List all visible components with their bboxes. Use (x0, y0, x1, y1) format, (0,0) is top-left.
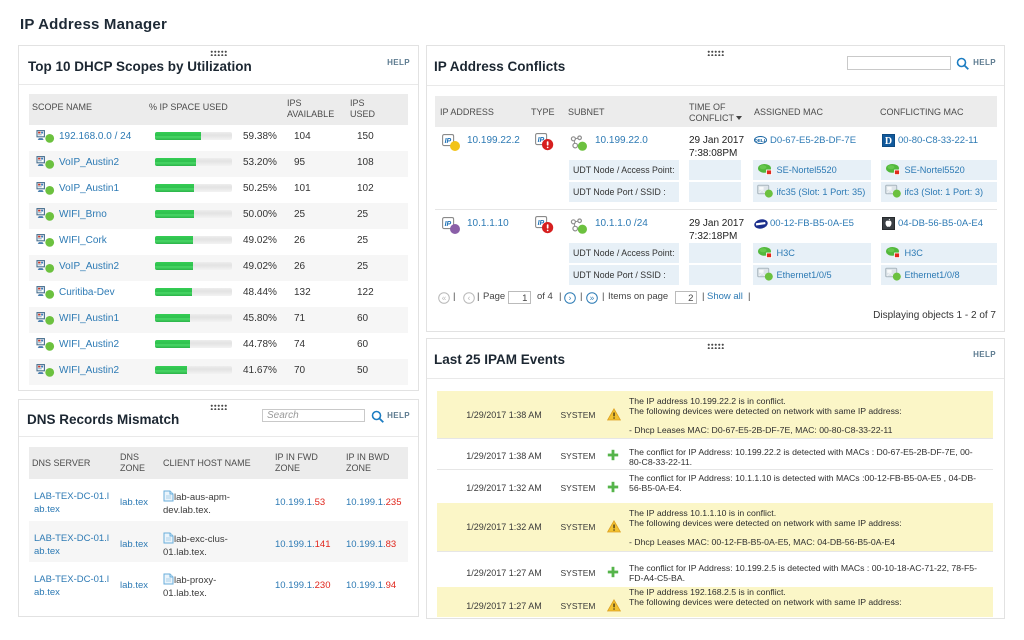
svg-text:«: « (442, 294, 447, 303)
svg-text:‹: ‹ (468, 294, 471, 303)
svg-text:D: D (885, 136, 892, 147)
svg-text:DELL: DELL (755, 138, 767, 143)
svg-text:›: › (569, 294, 572, 303)
svg-text:»: » (590, 294, 595, 303)
